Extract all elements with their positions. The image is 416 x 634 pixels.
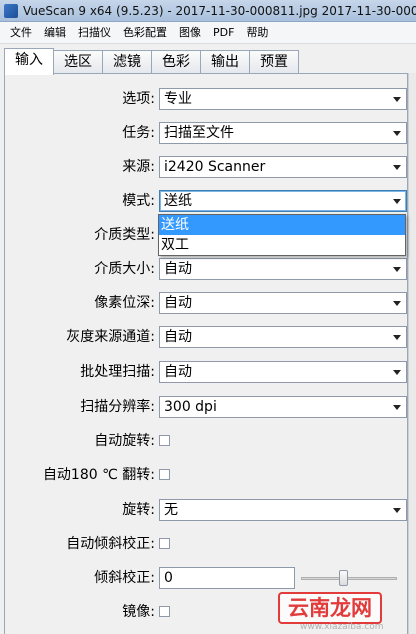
menu-bar: 文件 编辑 扫描仪 色彩配置 图像 PDF 帮助 <box>0 22 416 44</box>
task-value: 扫描至文件 <box>164 125 234 141</box>
resolution-row: 扫描分辨率: 300 dpi <box>5 395 407 419</box>
menu-color-profile[interactable]: 色彩配置 <box>117 23 173 43</box>
option-label: 选项: <box>122 91 155 107</box>
bit-depth-select[interactable]: 自动 <box>159 292 407 314</box>
media-size-row: 介质大小: 自动 <box>5 257 407 281</box>
chevron-down-icon <box>393 405 401 410</box>
mirror-checkbox[interactable] <box>159 606 170 617</box>
option-row: 选项: 专业 <box>5 87 407 111</box>
deskew-slider-track[interactable] <box>301 577 397 580</box>
gray-channel-select[interactable]: 自动 <box>159 326 407 348</box>
bit-depth-value: 自动 <box>164 295 192 311</box>
chevron-down-icon <box>393 267 401 272</box>
auto-flip-row: 自动180 ℃ 翻转: <box>5 463 407 487</box>
tab-strip: 输入 选区 滤镜 色彩 输出 预置 <box>4 48 299 75</box>
tab-prefs[interactable]: 预置 <box>249 50 299 74</box>
rotate-label: 旋转: <box>122 502 155 518</box>
media-type-label: 介质类型: <box>94 227 155 243</box>
window-title: VueScan 9 x64 (9.5.23) - 2017-11-30-0008… <box>23 3 416 18</box>
source-value: i2420 Scanner <box>164 159 266 175</box>
menu-pdf[interactable]: PDF <box>207 23 240 43</box>
tab-input[interactable]: 输入 <box>4 48 54 75</box>
deskew-input[interactable]: 0 <box>159 567 295 589</box>
media-size-value: 自动 <box>164 261 192 277</box>
chevron-down-icon <box>393 301 401 306</box>
auto-deskew-checkbox[interactable] <box>159 538 170 549</box>
mode-label: 模式: <box>122 193 155 209</box>
panel-scrollbar[interactable] <box>408 73 416 634</box>
batch-scan-label: 批处理扫描: <box>80 364 155 380</box>
watermark-text: 云南龙网 <box>278 592 382 624</box>
option-value: 专业 <box>164 91 192 107</box>
menu-file[interactable]: 文件 <box>4 23 38 43</box>
rotate-value: 无 <box>164 502 178 518</box>
mode-value: 送纸 <box>164 193 192 209</box>
task-select[interactable]: 扫描至文件 <box>159 122 407 144</box>
batch-scan-value: 自动 <box>164 364 192 380</box>
auto-flip-checkbox[interactable] <box>159 469 170 480</box>
gray-channel-value: 自动 <box>164 329 192 345</box>
media-size-select[interactable]: 自动 <box>159 258 407 280</box>
vuescan-app-icon <box>4 3 18 18</box>
tab-crop[interactable]: 选区 <box>53 50 103 74</box>
bit-depth-label: 像素位深: <box>94 295 155 311</box>
chevron-down-icon <box>393 370 401 375</box>
tab-filter[interactable]: 滤镜 <box>102 50 152 74</box>
mode-select[interactable]: 送纸 <box>159 190 407 212</box>
chevron-down-icon <box>393 97 401 102</box>
tab-color[interactable]: 色彩 <box>151 50 201 74</box>
auto-deskew-label: 自动倾斜校正: <box>66 536 155 552</box>
mirror-label: 镜像: <box>122 604 155 620</box>
deskew-label: 倾斜校正: <box>94 570 155 586</box>
source-select[interactable]: i2420 Scanner <box>159 156 407 178</box>
chevron-down-icon <box>393 165 401 170</box>
mode-row: 模式: 送纸 <box>5 189 407 213</box>
mode-dropdown-list: 送纸 双工 <box>158 214 406 256</box>
title-bar: VueScan 9 x64 (9.5.23) - 2017-11-30-0008… <box>0 0 416 22</box>
rotate-row: 旋转: 无 <box>5 498 407 522</box>
source-label: 来源: <box>122 159 155 175</box>
option-select[interactable]: 专业 <box>159 88 407 110</box>
auto-deskew-row: 自动倾斜校正: <box>5 532 407 556</box>
menu-help[interactable]: 帮助 <box>240 23 274 43</box>
deskew-slider-handle[interactable] <box>339 570 348 586</box>
watermark-url: www.xiazaiba.com <box>300 622 384 632</box>
resolution-label: 扫描分辨率: <box>80 399 155 415</box>
batch-scan-row: 批处理扫描: 自动 <box>5 360 407 384</box>
auto-rotate-row: 自动旋转: <box>5 429 407 453</box>
bit-depth-row: 像素位深: 自动 <box>5 291 407 315</box>
auto-rotate-checkbox[interactable] <box>159 435 170 446</box>
tab-output[interactable]: 输出 <box>200 50 250 74</box>
input-settings-panel: 选项: 专业 任务: 扫描至文件 来源: i2420 Scanner 模式: 送… <box>4 73 408 634</box>
mode-option-feeder[interactable]: 送纸 <box>159 215 405 235</box>
menu-image[interactable]: 图像 <box>173 23 207 43</box>
auto-rotate-label: 自动旋转: <box>94 433 155 449</box>
media-size-label: 介质大小: <box>94 261 155 277</box>
menu-edit[interactable]: 编辑 <box>38 23 72 43</box>
gray-channel-label: 灰度来源通道: <box>66 329 155 345</box>
source-row: 来源: i2420 Scanner <box>5 155 407 179</box>
task-label: 任务: <box>122 125 155 141</box>
batch-scan-select[interactable]: 自动 <box>159 361 407 383</box>
resolution-select[interactable]: 300 dpi <box>159 396 407 418</box>
mode-option-duplex[interactable]: 双工 <box>159 235 405 255</box>
chevron-down-icon <box>393 508 401 513</box>
watermark-logo: 云南龙网 www.xiazaiba.com <box>278 592 414 632</box>
menu-scanner[interactable]: 扫描仪 <box>72 23 117 43</box>
rotate-select[interactable]: 无 <box>159 499 407 521</box>
task-row: 任务: 扫描至文件 <box>5 121 407 145</box>
auto-flip-label: 自动180 ℃ 翻转: <box>42 467 155 483</box>
gray-channel-row: 灰度来源通道: 自动 <box>5 325 407 349</box>
chevron-down-icon <box>393 335 401 340</box>
deskew-row: 倾斜校正: 0 <box>5 566 407 590</box>
resolution-value: 300 dpi <box>164 399 217 415</box>
chevron-down-icon <box>393 131 401 136</box>
chevron-down-icon <box>393 199 401 204</box>
